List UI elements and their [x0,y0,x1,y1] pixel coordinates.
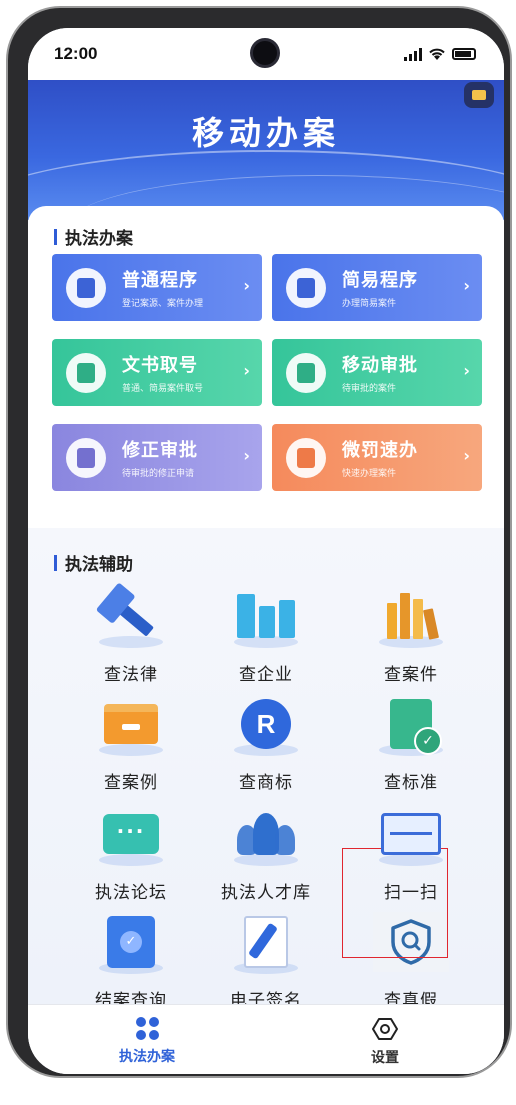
page-title: 移动办案 [191,114,340,152]
section-accent-bar [54,554,57,571]
people-icon [237,813,295,855]
section-header-case: 执法办案 [54,224,133,249]
card-simple-procedure[interactable]: 简易程序 办理简易案件 › [272,254,482,321]
battery-icon [452,48,476,60]
chevron-right-icon: › [463,361,470,380]
tool-standards[interactable]: 查标准 [346,694,476,793]
grid-dots-icon [135,1017,159,1040]
approval-stamp-icon [286,352,326,393]
card-title: 修正审批 [122,440,198,461]
card-mobile-approval[interactable]: 移动审批 待审批的案件 › [272,339,482,406]
section-title: 执法办案 [65,229,133,249]
chevron-right-icon: › [243,276,250,295]
card-subtitle: 待审批的修正申请 [122,469,195,479]
registered-trademark-icon: R [241,699,291,749]
tool-label: 查商标 [239,773,293,793]
screen: 12:00 移动办案 执法办案 普通程序 登记案源、案件办理 › 简易程序 办理… [28,28,504,1074]
signature-pen-icon [244,916,288,968]
section-accent-bar [54,228,57,245]
tool-trademark[interactable]: R 查商标 [201,694,331,793]
aid-section: 执法辅助 查法律 查企业 查案件 查案例 R 查商标 ✓ 查标准 ··· 执法论… [28,528,504,1011]
building-icon [237,594,295,638]
file-box-icon [104,704,158,744]
edit-form-icon [66,437,106,478]
hexagon-settings-icon [372,1018,398,1040]
front-camera [250,38,280,68]
card-correction-approval[interactable]: 修正审批 待审批的修正申请 › [52,424,262,491]
printer-icon [66,352,106,393]
folder-icon[interactable] [464,82,494,108]
tool-label: 查企业 [239,665,293,685]
tool-forum[interactable]: ··· 执法论坛 [66,804,196,903]
card-subtitle: 待审批的案件 [342,384,397,394]
tool-label: 扫一扫 [384,883,438,903]
tab-label: 设置 [371,1050,399,1066]
signal-icon [404,47,422,61]
tool-closed-case-query[interactable]: ✓ 结案查询 [66,912,196,1011]
chevron-right-icon: › [243,446,250,465]
card-subtitle: 普通、简易案件取号 [122,384,204,394]
header-banner: 移动办案 [28,80,504,220]
tool-label: 查案件 [384,665,438,685]
section-header-aid: 执法辅助 [54,550,133,575]
shield-search-icon [373,912,449,972]
chevron-right-icon: › [463,276,470,295]
books-icon [386,593,439,640]
card-ordinary-procedure[interactable]: 普通程序 登记案源、案件办理 › [52,254,262,321]
tool-label: 查案例 [104,773,158,793]
phone-frame: 12:00 移动办案 执法办案 普通程序 登记案源、案件办理 › 简易程序 办理… [6,6,512,1078]
card-quick-penalty[interactable]: 微罚速办 快速办理案件 › [272,424,482,491]
card-document-numbering[interactable]: 文书取号 普通、简易案件取号 › [52,339,262,406]
tool-scan[interactable]: 扫一扫 [346,804,476,903]
section-title: 执法辅助 [65,555,133,575]
quick-ticket-icon [286,437,326,478]
standard-check-icon [390,699,442,755]
card-title: 普通程序 [122,270,198,291]
tool-e-signature[interactable]: 电子签名 [201,912,331,1011]
clipboard-check-icon: ✓ [107,916,155,968]
tab-settings[interactable]: 设置 [266,1005,504,1074]
tool-enterprise[interactable]: 查企业 [201,586,331,685]
wifi-icon [429,48,445,60]
chevron-right-icon: › [243,361,250,380]
card-title: 文书取号 [122,355,198,376]
card-subtitle: 快速办理案件 [342,469,397,479]
card-title: 微罚速办 [342,440,418,461]
card-subtitle: 登记案源、案件办理 [122,299,204,309]
status-bar: 12:00 [28,28,504,80]
tool-label: 执法论坛 [95,883,167,903]
main-content: 执法办案 普通程序 登记案源、案件办理 › 简易程序 办理简易案件 › 文书取号… [28,206,504,1011]
card-subtitle: 办理简易案件 [342,299,397,309]
document-edit-icon [66,267,106,308]
status-icons [404,47,476,61]
scan-icon [381,813,441,855]
card-title: 移动审批 [342,355,418,376]
tool-verify-authenticity[interactable]: 查真假 [346,912,476,1011]
tool-cases[interactable]: 查案件 [346,586,476,685]
card-title: 简易程序 [342,270,418,291]
tab-label: 执法办案 [119,1049,175,1065]
document-stamp-icon [286,267,326,308]
chevron-right-icon: › [463,446,470,465]
gavel-icon [107,595,155,637]
bottom-tab-bar: 执法办案 设置 [28,1004,504,1074]
status-time: 12:00 [54,44,98,63]
tool-talent-pool[interactable]: 执法人才库 [201,804,331,903]
tool-case-examples[interactable]: 查案例 [66,694,196,793]
tool-label: 查标准 [384,773,438,793]
tool-label: 执法人才库 [221,883,311,903]
tool-label: 查法律 [104,665,158,685]
tab-law-enforcement-case[interactable]: 执法办案 [28,1005,266,1074]
chat-bubble-icon: ··· [103,814,159,854]
tool-law[interactable]: 查法律 [66,586,196,685]
